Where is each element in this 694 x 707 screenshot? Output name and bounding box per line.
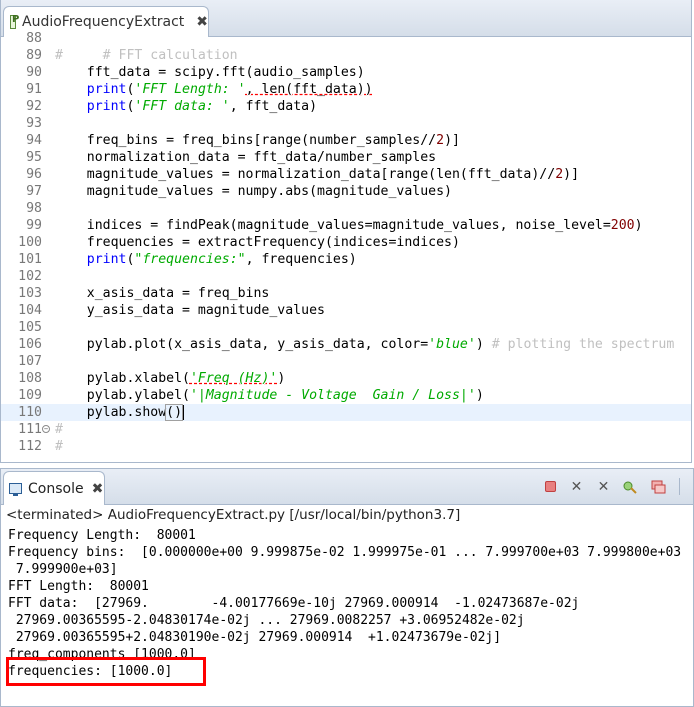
code-line[interactable]: 99 indices = findPeak(magnitude_values=m… xyxy=(1,217,691,234)
view-menu-icon[interactable] xyxy=(679,478,693,495)
code-text: print("frequencies:", frequencies) xyxy=(86,252,357,267)
code-line[interactable]: 107 xyxy=(1,353,691,370)
console-tab-label: Console xyxy=(28,480,84,497)
line-number: 101 xyxy=(18,252,42,267)
code-text: frequencies = extractFrequency(indices=i… xyxy=(55,235,460,250)
code-text: normalization_data = fft_data/number_sam… xyxy=(55,150,437,165)
code-line[interactable]: 111− # xyxy=(1,421,691,438)
code-line[interactable]: 91 print('FFT Length: ', len(fft_data)) xyxy=(1,81,691,98)
console-output-line: Frequency bins: [0.000000e+00 9.999875e-… xyxy=(8,545,682,560)
code-text: print('FFT Length: ', len(fft_data)) xyxy=(86,82,373,97)
console-tab[interactable]: Console ✖ xyxy=(3,471,105,505)
code-text: pylab.ylabel('|Magnitude - Voltage Gain … xyxy=(55,388,484,403)
editor-tab-label: AudioFrequencyExtract xyxy=(22,14,185,30)
code-line[interactable]: 97 magnitude_values = numpy.abs(magnitud… xyxy=(1,183,691,200)
line-number: 103 xyxy=(18,286,42,301)
code-line[interactable]: 98 xyxy=(1,200,691,217)
code-line[interactable]: 100 frequencies = extractFrequency(indic… xyxy=(1,234,691,251)
code-line[interactable]: 90 fft_data = scipy.fft(audio_samples) xyxy=(1,64,691,81)
code-line[interactable]: 110 pylab.show() xyxy=(1,404,691,421)
code-text: x_asis_data = freq_bins xyxy=(55,286,270,301)
code-line[interactable]: 88 xyxy=(1,30,691,47)
line-number: 91 xyxy=(26,82,42,97)
line-number: 94 xyxy=(26,133,42,148)
code-line[interactable]: 94 freq_bins = freq_bins[range(number_sa… xyxy=(1,132,691,149)
line-number: 99 xyxy=(26,218,42,233)
line-number: 102 xyxy=(18,269,42,284)
code-line[interactable]: 101 print("frequencies:", frequencies) xyxy=(1,251,691,268)
fold-icon[interactable]: − xyxy=(42,425,50,433)
code-text: indices = findPeak(magnitude_values=magn… xyxy=(55,218,643,233)
console-output-line: 27969.00365595-2.04830174e-02j ... 27969… xyxy=(8,613,525,628)
code-text: freq_bins = freq_bins[range(number_sampl… xyxy=(55,133,460,148)
code-text: # xyxy=(55,422,63,437)
close-icon[interactable]: ✖ xyxy=(196,14,208,30)
console-header: Console ✖ ✕ ✕ xyxy=(1,469,693,505)
line-number: 89 xyxy=(26,48,42,63)
line-number: 112 xyxy=(18,439,42,454)
console-output-line: 7.999900e+03] xyxy=(8,562,118,577)
remove-all-icon[interactable]: ✕ xyxy=(595,478,612,495)
console-output-line: 27969.00365595+2.04830190e-02j 27969.000… xyxy=(8,630,502,645)
code-text: y_asis_data = magnitude_values xyxy=(55,303,325,318)
code-line[interactable]: 89 # # FFT calculation xyxy=(1,47,691,64)
line-number: 90 xyxy=(26,65,42,80)
close-icon[interactable]: ✖ xyxy=(92,481,104,497)
line-number: 105 xyxy=(18,320,42,335)
code-line[interactable]: 95 normalization_data = fft_data/number_… xyxy=(1,149,691,166)
editor-panel: AudioFrequencyExtract ✖ 88 89 # # FFT calc… xyxy=(0,0,692,463)
code-text: pylab.show() xyxy=(55,404,185,421)
console-output-line: FFT data: [27969. -4.00177669e-10j 27969… xyxy=(8,596,580,611)
code-line[interactable]: 106 pylab.plot(x_asis_data, y_asis_data,… xyxy=(1,336,691,353)
console-output-line: Frequency Length: 80001 xyxy=(8,528,196,543)
line-number: 108 xyxy=(18,371,42,386)
annotation-highlight-box xyxy=(6,657,206,686)
code-line[interactable]: 103 x_asis_data = freq_bins xyxy=(1,285,691,302)
terminate-icon[interactable] xyxy=(542,478,559,495)
line-number: 109 xyxy=(18,388,42,403)
line-number: 106 xyxy=(18,337,42,352)
python-file-icon xyxy=(10,14,19,29)
code-line[interactable]: 112 # xyxy=(1,438,691,455)
line-number: 95 xyxy=(26,150,42,165)
code-line[interactable]: 105 xyxy=(1,319,691,336)
code-line[interactable]: 92 print('FFT data: ', fft_data) xyxy=(1,98,691,115)
line-number: 111 xyxy=(18,422,42,437)
line-number: 98 xyxy=(26,201,42,216)
code-text: print('FFT data: ', fft_data) xyxy=(86,99,318,114)
line-number: 93 xyxy=(26,116,42,131)
code-line[interactable]: 109 pylab.ylabel('|Magnitude - Voltage G… xyxy=(1,387,691,404)
code-text: pylab.plot(x_asis_data, y_asis_data, col… xyxy=(55,337,675,352)
display-selected-console-icon[interactable] xyxy=(649,478,666,495)
console-output-line: FFT Length: 80001 xyxy=(8,579,149,594)
text-caret xyxy=(183,405,185,420)
code-editor[interactable]: 88 89 # # FFT calculation 90 fft_data = sci… xyxy=(1,31,691,462)
code-line[interactable]: 104 y_asis_data = magnitude_values xyxy=(1,302,691,319)
code-text: pylab.xlabel('Freq (Hz)') xyxy=(55,371,286,386)
code-text: # xyxy=(55,439,63,454)
code-text: # # FFT calculation xyxy=(55,48,238,63)
console-panel: Console ✖ ✕ ✕ <terminated> AudioFrequenc… xyxy=(0,468,694,707)
line-number: 100 xyxy=(18,235,42,250)
remove-launch-icon[interactable]: ✕ xyxy=(568,478,585,495)
code-line[interactable]: 93 xyxy=(1,115,691,132)
code-text: fft_data = scipy.fft(audio_samples) xyxy=(55,65,365,80)
console-status: <terminated> AudioFrequencyExtract.py [/… xyxy=(6,507,461,523)
code-text: magnitude_values = normalization_data[ra… xyxy=(55,167,580,182)
line-number: 92 xyxy=(26,99,42,114)
line-number: 107 xyxy=(18,354,42,369)
line-number: 104 xyxy=(18,303,42,318)
console-icon xyxy=(9,483,22,496)
code-text: magnitude_values = numpy.abs(magnitude_v… xyxy=(55,184,452,199)
line-number: 110 xyxy=(18,405,42,420)
code-line[interactable]: 96 magnitude_values = normalization_data… xyxy=(1,166,691,183)
code-line[interactable]: 102 xyxy=(1,268,691,285)
line-number: 88 xyxy=(26,31,42,46)
pin-console-icon[interactable] xyxy=(621,478,638,495)
line-number: 97 xyxy=(26,184,42,199)
line-number: 96 xyxy=(26,167,42,182)
code-line[interactable]: 108 pylab.xlabel('Freq (Hz)') xyxy=(1,370,691,387)
